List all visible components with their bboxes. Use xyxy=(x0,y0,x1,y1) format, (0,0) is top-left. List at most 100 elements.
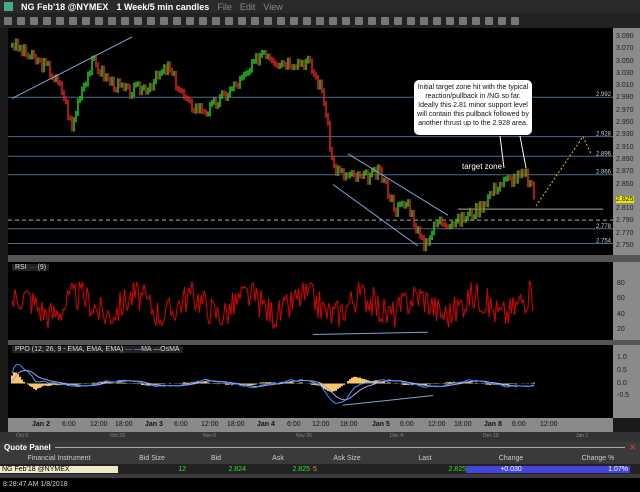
time-tick: Jan 4 xyxy=(257,421,275,428)
toolbar-button[interactable] xyxy=(264,16,272,25)
toolbar-button[interactable] xyxy=(69,16,77,25)
toolbar-button[interactable] xyxy=(95,16,103,25)
quote-panel: Quote Panel ✕ Financial Instrument Bid Si… xyxy=(0,442,640,478)
overview-tick: Jan 1 xyxy=(576,433,589,439)
overview-tick: Dec 18 xyxy=(483,433,499,439)
close-icon[interactable]: ✕ xyxy=(629,443,636,452)
interval-selector[interactable]: 1 Week/5 min candles xyxy=(116,2,209,12)
status-bar: 8:28:47 AM 1/8/2018 xyxy=(0,478,640,492)
toolbar-button[interactable] xyxy=(290,16,298,25)
toolbar-button[interactable] xyxy=(147,16,155,25)
price-tick: 3.010 xyxy=(616,82,634,90)
price-tick: 3.030 xyxy=(616,69,634,77)
toolbar-button[interactable] xyxy=(498,16,506,25)
time-tick: 18:00 xyxy=(454,421,472,428)
overview-scrollbar[interactable]: Oct 9 Oct 23 Nov 6 Nov 20 Dec 4 Dec 18 Jan 1 xyxy=(0,432,640,442)
overview-tick: Oct 9 xyxy=(16,433,28,439)
level-label: 2.928 xyxy=(596,132,612,138)
pane-divider xyxy=(8,255,640,262)
toolbar-button[interactable] xyxy=(407,16,415,25)
toolbar-button[interactable] xyxy=(472,16,480,25)
column-header[interactable]: Last xyxy=(384,455,466,462)
price-tick: 3.050 xyxy=(616,57,634,65)
toolbar-button[interactable] xyxy=(342,16,350,25)
toolbar-button[interactable] xyxy=(329,16,337,25)
ppo-ma-label: MA xyxy=(141,346,152,353)
ask: 2.825 xyxy=(292,465,310,473)
column-header[interactable]: Ask xyxy=(246,455,310,462)
quote-row[interactable]: NG Feb'18 @NYMEX 12 2.824 2.825 5 2.825 … xyxy=(0,464,640,474)
time-tick: Jan 8 xyxy=(484,421,502,428)
toolbar-button[interactable] xyxy=(238,16,246,25)
toolbar-button[interactable] xyxy=(173,16,181,25)
level-label: 2.754 xyxy=(596,239,612,245)
target-zone-label: target zone xyxy=(462,162,503,171)
toolbar-button[interactable] xyxy=(121,16,129,25)
menu-edit[interactable]: Edit xyxy=(240,2,256,12)
level-label: 2.992 xyxy=(596,92,612,98)
overview-tick: Nov 6 xyxy=(203,433,217,439)
ppo-osma-label: OsMA xyxy=(160,346,180,353)
toolbar-button[interactable] xyxy=(56,16,64,25)
toolbar-button[interactable] xyxy=(82,16,90,25)
price-tick: 2.930 xyxy=(616,131,634,139)
toolbar-button[interactable] xyxy=(511,16,519,25)
toolbar-button[interactable] xyxy=(134,16,142,25)
change-pct: 1.07% xyxy=(556,465,630,473)
column-header[interactable]: Financial Instrument xyxy=(0,455,118,462)
toolbar-button[interactable] xyxy=(355,16,363,25)
chart-area[interactable]: 2.992 2.928 2.896 2.866 2.778 2.754 xyxy=(8,28,640,418)
rsi-divergence-line xyxy=(312,331,429,336)
ppo-tick: 1.0 xyxy=(617,354,627,361)
menu-file[interactable]: File xyxy=(217,2,232,12)
toolbar-button[interactable] xyxy=(459,16,467,25)
toolbar-button[interactable] xyxy=(4,16,12,25)
price-axis: 3.090 3.070 3.050 3.030 3.010 2.990 2.970 2.950… xyxy=(613,28,640,255)
toolbar-button[interactable] xyxy=(17,16,25,25)
toolbar-button[interactable] xyxy=(160,16,168,25)
toolbar-button[interactable] xyxy=(394,16,402,25)
app-icon xyxy=(4,2,13,11)
ppo-tick: 0.5 xyxy=(617,366,627,374)
toolbar-button[interactable] xyxy=(303,16,311,25)
toolbar-button[interactable] xyxy=(277,16,285,25)
toolbar-button[interactable] xyxy=(381,16,389,25)
column-header[interactable]: Ask Size xyxy=(310,455,384,462)
toolbar-button[interactable] xyxy=(485,16,493,25)
column-header[interactable]: Bid xyxy=(186,455,246,462)
symbol-selector[interactable]: NG Feb'18 @NYMEX xyxy=(21,2,108,12)
quote-panel-title: Quote Panel xyxy=(4,443,51,452)
toolbar-button[interactable] xyxy=(225,16,233,25)
ppo-label: PPO xyxy=(15,346,30,353)
toolbar-button[interactable] xyxy=(420,16,428,25)
toolbar-button[interactable] xyxy=(186,16,194,25)
level-label: 2.866 xyxy=(596,170,612,176)
price-tick: 2.850 xyxy=(616,180,634,188)
rsi-param: (9) xyxy=(37,264,47,271)
column-header[interactable]: Change % xyxy=(556,455,640,462)
toolbar-button[interactable] xyxy=(212,16,220,25)
toolbar-button[interactable] xyxy=(368,16,376,25)
overview-tick: Oct 23 xyxy=(110,433,125,439)
column-header[interactable]: Bid Size xyxy=(118,455,186,462)
toolbar-button[interactable] xyxy=(43,16,51,25)
time-tick: 18:00 xyxy=(227,421,245,428)
column-header[interactable]: Change xyxy=(466,455,556,462)
toolbar-button[interactable] xyxy=(251,16,259,25)
toolbar-button[interactable] xyxy=(30,16,38,25)
toolbar-button[interactable] xyxy=(108,16,116,25)
price-tick: 3.070 xyxy=(616,45,634,53)
price-tick: 2.770 xyxy=(616,229,634,237)
toolbar-button[interactable] xyxy=(433,16,441,25)
last: 2.825 xyxy=(448,465,466,473)
time-tick: 6:00 xyxy=(62,421,76,428)
time-tick: Jan 2 xyxy=(32,421,50,428)
price-tick: 2.890 xyxy=(616,155,634,163)
toolbar-button[interactable] xyxy=(199,16,207,25)
time-tick: 12:00 xyxy=(201,421,219,428)
price-tick: 3.090 xyxy=(616,33,634,40)
ppo-divergence-line xyxy=(342,394,434,406)
menu-view[interactable]: View xyxy=(263,2,282,12)
toolbar-button[interactable] xyxy=(316,16,324,25)
toolbar-button[interactable] xyxy=(446,16,454,25)
